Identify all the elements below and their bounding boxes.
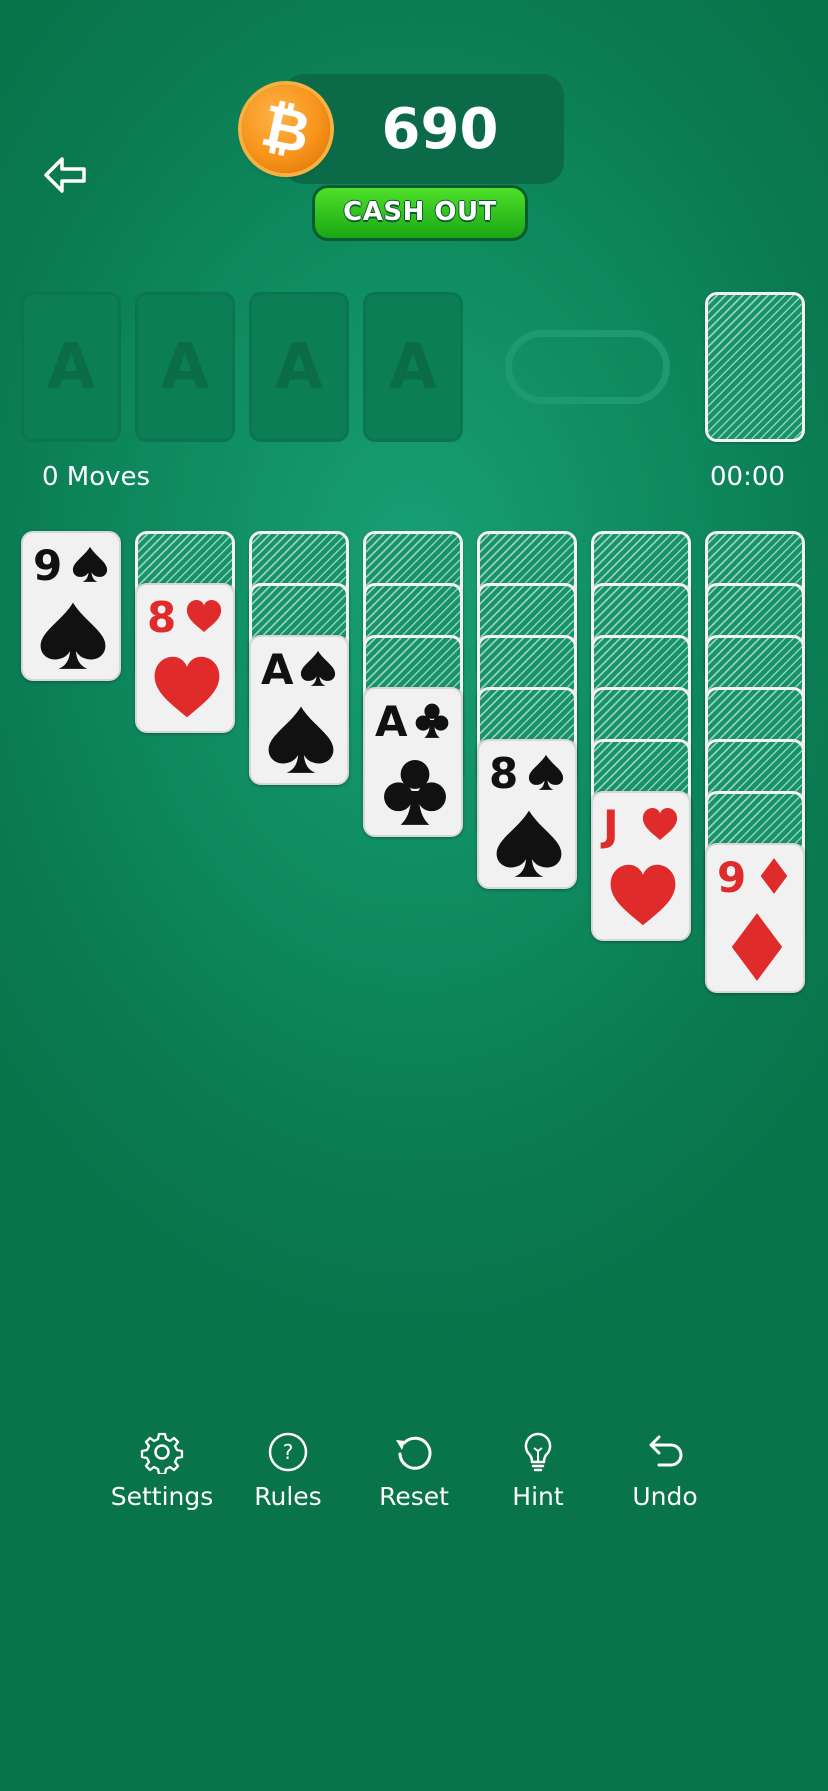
tableau-card-j-of-hearts[interactable]: J bbox=[591, 791, 691, 941]
hint-button[interactable]: Hint bbox=[478, 1430, 598, 1511]
lightbulb-icon bbox=[524, 1432, 552, 1472]
tableau-card-a-of-clubs[interactable]: A bbox=[363, 687, 463, 837]
card-rank: J bbox=[603, 801, 619, 850]
spade-suit-large-icon bbox=[268, 706, 334, 773]
coin-balance: 690 bbox=[381, 97, 499, 162]
hint-label: Hint bbox=[512, 1482, 564, 1511]
rules-label: Rules bbox=[254, 1482, 322, 1511]
spade-suit-icon bbox=[72, 546, 108, 582]
club-suit-large-icon bbox=[384, 760, 446, 825]
foundation-slot-1[interactable]: A bbox=[21, 292, 121, 442]
diamond-suit-icon bbox=[760, 858, 788, 894]
spade-suit-icon bbox=[528, 754, 564, 790]
tableau-card-a-of-spades[interactable]: A bbox=[249, 635, 349, 785]
heart-suit-icon bbox=[186, 600, 222, 632]
tableau-card-8-of-hearts[interactable]: 8 bbox=[135, 583, 235, 733]
card-rank: 8 bbox=[147, 593, 177, 642]
tableau-card-9-of-spades[interactable]: 9 bbox=[21, 531, 121, 681]
card-rank: A bbox=[375, 697, 408, 746]
reset-icon bbox=[396, 1436, 432, 1470]
undo-label: Undo bbox=[632, 1482, 698, 1511]
spade-suit-large-icon bbox=[496, 810, 562, 877]
bitcoin-symbol: ₿ bbox=[255, 90, 317, 168]
club-suit-icon bbox=[415, 703, 449, 738]
question-circle-icon: ? bbox=[268, 1432, 308, 1472]
waste-pile-slot[interactable] bbox=[505, 330, 670, 404]
heart-suit-large-icon bbox=[154, 656, 220, 718]
card-rank: A bbox=[261, 645, 294, 694]
gear-icon bbox=[140, 1432, 184, 1474]
foundation-slot-4[interactable]: A bbox=[363, 292, 463, 442]
card-rank: 8 bbox=[489, 749, 519, 798]
cash-out-button[interactable]: CASH OUT bbox=[312, 185, 528, 241]
timer: 00:00 bbox=[710, 462, 785, 492]
heart-suit-icon bbox=[642, 808, 678, 840]
reset-label: Reset bbox=[379, 1482, 449, 1511]
svg-text:?: ? bbox=[283, 1440, 294, 1464]
back-arrow-icon[interactable] bbox=[40, 150, 90, 200]
settings-button[interactable]: Settings bbox=[102, 1430, 222, 1511]
card-rank: 9 bbox=[717, 853, 747, 902]
tableau-card-8-of-spades[interactable]: 8 bbox=[477, 739, 577, 889]
foundation-slot-3[interactable]: A bbox=[249, 292, 349, 442]
stock-pile[interactable] bbox=[705, 292, 805, 442]
heart-suit-large-icon bbox=[610, 864, 676, 926]
tableau-card-9-of-diamonds[interactable]: 9 bbox=[705, 843, 805, 993]
card-rank: 9 bbox=[33, 541, 63, 590]
undo-icon bbox=[649, 1435, 683, 1467]
foundation-slot-2[interactable]: A bbox=[135, 292, 235, 442]
spade-suit-icon bbox=[300, 650, 336, 686]
rules-button[interactable]: ? Rules bbox=[228, 1430, 348, 1511]
moves-counter: 0 Moves bbox=[42, 462, 151, 492]
spade-suit-large-icon bbox=[40, 602, 106, 669]
reset-button[interactable]: Reset bbox=[354, 1430, 474, 1511]
undo-button[interactable]: Undo bbox=[605, 1430, 725, 1511]
settings-label: Settings bbox=[110, 1482, 214, 1511]
diamond-suit-large-icon bbox=[731, 913, 783, 981]
